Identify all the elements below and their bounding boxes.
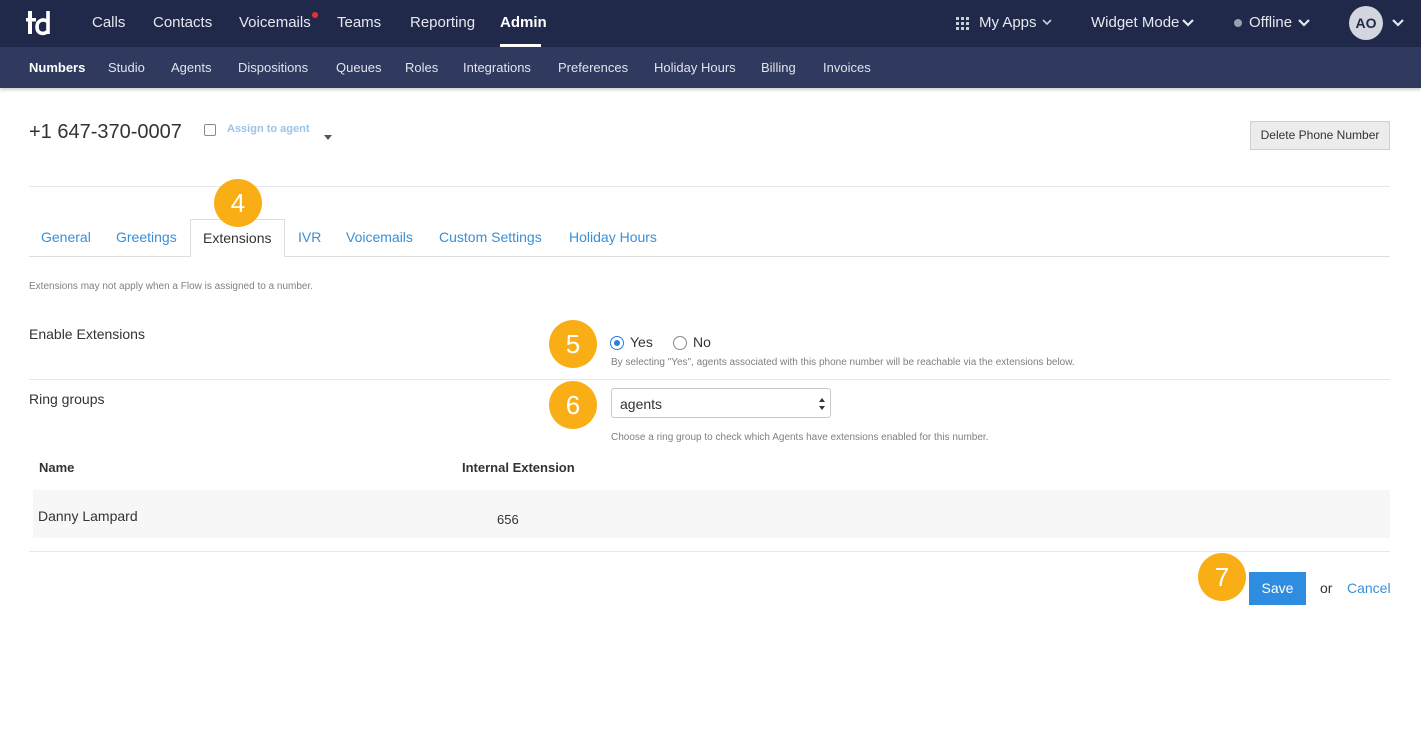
select-arrows-icon [819,398,825,410]
subnav-queues[interactable]: Queues [336,60,382,75]
admin-subnavigation: Numbers Studio Agents Dispositions Queue… [0,47,1421,88]
topnav-admin[interactable]: Admin [500,14,547,31]
tab-active-gap [191,255,284,257]
column-header-name: Name [39,460,75,475]
divider [29,379,1390,380]
enable-extensions-hint: By selecting "Yes", agents associated wi… [611,357,1075,368]
subnav-preferences[interactable]: Preferences [558,60,628,75]
status-menu[interactable]: Offline [1249,14,1292,31]
topnav-teams[interactable]: Teams [337,14,381,31]
divider [29,551,1390,552]
enable-yes-label[interactable]: Yes [630,334,653,350]
enable-no-radio[interactable] [673,336,687,350]
ring-groups-select[interactable]: agents [611,388,831,418]
avatar[interactable]: AO [1349,6,1383,40]
topnav-voicemails[interactable]: Voicemails [239,14,311,31]
table-row [33,490,1390,538]
tab-holiday-hours[interactable]: Holiday Hours [569,229,657,245]
assign-to-agent-label[interactable]: Assign to agent [227,123,310,135]
subnav-numbers[interactable]: Numbers [29,60,85,75]
topnav-contacts[interactable]: Contacts [153,14,212,31]
delete-phone-number-button[interactable]: Delete Phone Number [1250,121,1390,150]
chevron-down-icon[interactable] [1392,19,1404,27]
notification-dot [312,12,318,18]
save-button[interactable]: Save [1249,572,1306,605]
tab-general[interactable]: General [41,229,91,245]
subnav-studio[interactable]: Studio [108,60,145,75]
chevron-down-icon[interactable] [1042,19,1052,26]
column-header-internal-extension: Internal Extension [462,460,575,475]
my-apps-menu[interactable]: My Apps [979,14,1037,31]
tab-voicemails[interactable]: Voicemails [346,229,413,245]
subnav-roles[interactable]: Roles [405,60,438,75]
agent-name-cell: Danny Lampard [38,508,138,524]
enable-extensions-label: Enable Extensions [29,326,145,342]
subnav-invoices[interactable]: Invoices [823,60,871,75]
page-title: +1 647-370-0007 [29,121,182,143]
extensions-note: Extensions may not apply when a Flow is … [29,281,314,292]
or-text: or [1320,580,1333,596]
td-logo-icon[interactable] [26,8,56,38]
chevron-down-icon[interactable] [1182,19,1194,27]
ring-groups-hint: Choose a ring group to check which Agent… [611,432,989,443]
internal-extension-cell: 656 [497,512,519,527]
top-navigation: Calls Contacts Voicemails Teams Reportin… [0,0,1421,47]
apps-grid-icon[interactable] [956,17,969,30]
tab-ivr[interactable]: IVR [298,229,321,245]
enable-yes-radio[interactable] [610,336,624,350]
enable-no-label[interactable]: No [693,334,711,350]
tab-extensions[interactable]: Extensions [203,230,271,246]
topnav-reporting[interactable]: Reporting [410,14,475,31]
widget-mode-menu[interactable]: Widget Mode [1091,14,1179,31]
step-badge-6: 6 [549,381,597,429]
ring-groups-label: Ring groups [29,391,105,407]
ring-groups-selected-value: agents [620,396,663,412]
tab-custom-settings[interactable]: Custom Settings [439,229,542,245]
topnav-calls[interactable]: Calls [92,14,125,31]
step-badge-5: 5 [549,320,597,368]
subnav-holiday-hours[interactable]: Holiday Hours [654,60,736,75]
cancel-link[interactable]: Cancel [1347,580,1391,596]
subnav-integrations[interactable]: Integrations [463,60,531,75]
caret-down-icon[interactable] [324,135,332,140]
subnav-agents[interactable]: Agents [171,60,211,75]
step-badge-7: 7 [1198,553,1246,601]
subnav-dispositions[interactable]: Dispositions [238,60,308,75]
step-badge-4: 4 [214,179,262,227]
tab-greetings[interactable]: Greetings [116,229,177,245]
chevron-down-icon[interactable] [1298,19,1310,27]
subnav-billing[interactable]: Billing [761,60,796,75]
assign-to-agent-checkbox[interactable] [204,124,216,136]
status-dot-icon [1234,19,1242,27]
